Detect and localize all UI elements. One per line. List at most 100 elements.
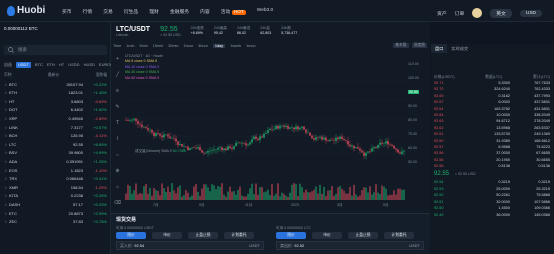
- crosshair-icon[interactable]: +: [116, 56, 119, 62]
- timeframe-time[interactable]: Time: [113, 44, 121, 48]
- sell-limit-tab[interactable]: 限价: [276, 232, 306, 239]
- search-input[interactable]: 搜索: [4, 45, 107, 55]
- market-row[interactable]: ☆ LTC 92.55 +6.69%: [4, 140, 107, 148]
- buy-price-input[interactable]: 买入价 92.54 USDT: [116, 241, 264, 250]
- buy-stop-tab[interactable]: 止盈止损: [188, 232, 218, 239]
- volume-bar: [335, 193, 337, 200]
- zoom-icon[interactable]: ⊕: [115, 168, 119, 174]
- market-row[interactable]: ☆ ETH 1823.01 +1.45%: [4, 89, 107, 97]
- tab-usdt[interactable]: USDT: [16, 62, 31, 68]
- row-price: 0.391991: [66, 158, 83, 164]
- trash-icon[interactable]: ⌫: [114, 200, 121, 206]
- candle-body: [203, 152, 205, 154]
- market-row[interactable]: ☆ EOS 1.1823 -1.10%: [4, 166, 107, 174]
- bid-row[interactable]: 92.50 1.4500 109.0366: [434, 206, 550, 212]
- volume-bar: [199, 196, 201, 200]
- buy-market-tab[interactable]: 市价: [152, 232, 182, 239]
- market-row[interactable]: ☆ IOTA 0.2238 +0.26%: [4, 192, 107, 200]
- market-row[interactable]: ☆ ADA 0.391991 +1.25%: [4, 157, 107, 165]
- market-row[interactable]: ☆ BCH 126.95 -0.11%: [4, 132, 107, 140]
- buy-order-types: 限价 市价 止盈止损 计划委托: [116, 232, 254, 239]
- bid-row[interactable]: 92.53 25.0000 25.3215: [434, 187, 550, 193]
- timeframe-5min[interactable]: 5min: [140, 44, 148, 48]
- volume-bar: [271, 184, 273, 200]
- tab-eth[interactable]: ETH: [47, 62, 55, 68]
- nav-earn[interactable]: 理财: [149, 8, 159, 15]
- tab-trades[interactable]: 实时成交: [447, 44, 472, 53]
- sell-market-tab[interactable]: 市价: [312, 232, 342, 239]
- nav-finance[interactable]: 金融服务: [170, 8, 189, 15]
- market-row[interactable]: ☆ DASH 57.17 +0.29%: [4, 200, 107, 208]
- nav-web3[interactable]: Web3.0: [257, 8, 273, 15]
- market-row[interactable]: ☆ LINK 7.3177 +0.57%: [4, 123, 107, 131]
- currency-button[interactable]: USD: [519, 9, 542, 17]
- candlestick-chart[interactable]: [123, 52, 406, 202]
- market-row[interactable]: ☆ BTC 28107.94 +0.22%: [4, 80, 107, 88]
- bid-row[interactable]: 92.54 0.3215 0.3215: [434, 180, 550, 186]
- market-row[interactable]: ☆ BSV 39.9800 +4.99%: [4, 149, 107, 157]
- timeframe-1min[interactable]: 1min: [126, 44, 134, 48]
- row-change: -1.29%: [94, 184, 107, 190]
- text-icon[interactable]: T: [116, 120, 119, 126]
- buy-plan-tab[interactable]: 计划委托: [224, 232, 254, 239]
- tab-basic[interactable]: 基本版: [393, 43, 409, 48]
- timeframe-1hour[interactable]: 1hour: [183, 44, 193, 48]
- assets-link[interactable]: 资产: [437, 10, 447, 17]
- nav-buy[interactable]: 买币: [62, 8, 72, 15]
- pair-name[interactable]: LTC/USDT: [116, 26, 150, 33]
- pattern-icon[interactable]: ⌇: [116, 136, 118, 142]
- tab-favorites[interactable]: 自选: [4, 62, 12, 68]
- timeframe-15min[interactable]: 15min: [153, 44, 163, 48]
- nav-trade[interactable]: 交易: [103, 8, 113, 15]
- huobi-logo[interactable]: Huobi: [7, 5, 45, 16]
- market-row[interactable]: ☆ XMR 158.54 -1.29%: [4, 183, 107, 191]
- nav-markets[interactable]: 行情: [83, 8, 93, 15]
- language-button[interactable]: 英文: [490, 8, 512, 18]
- timeframe-30min[interactable]: 30min: [168, 44, 178, 48]
- nav-derivatives[interactable]: 衍生品: [124, 8, 138, 15]
- buy-limit-tab[interactable]: 限价: [116, 232, 146, 239]
- nav-activity[interactable]: 活动 HOT: [221, 8, 246, 15]
- ask-row[interactable]: 92.55 0.5136 0.5136: [434, 164, 550, 170]
- brush-icon[interactable]: ✎: [115, 104, 119, 110]
- tab-depth[interactable]: 深度图: [411, 43, 427, 48]
- main-nav: 买币 行情 交易 衍生品 理财 金融服务 内容 活动 HOT Web3.0: [62, 8, 273, 15]
- sell-price-input[interactable]: 卖出价 92.52 USDT: [276, 241, 424, 250]
- measure-icon[interactable]: ⇔: [115, 152, 120, 158]
- lock-icon[interactable]: ⌂: [116, 184, 119, 190]
- candle-body: [263, 133, 265, 138]
- nav-content[interactable]: 内容: [200, 8, 210, 15]
- timeframe-1mon[interactable]: 1mon: [246, 44, 256, 48]
- trendline-icon[interactable]: ╱: [116, 72, 119, 78]
- timeframe-1week[interactable]: 1week: [230, 44, 241, 48]
- bid-row[interactable]: 92.51 32.0000 107.5866: [434, 200, 550, 206]
- market-row[interactable]: ☆ HT 3.6803 -0.69%: [4, 97, 107, 105]
- volume-bar: [289, 192, 291, 200]
- timeframe-4hour[interactable]: 4hour: [198, 44, 208, 48]
- sell-stop-tab[interactable]: 止盈止损: [348, 232, 378, 239]
- market-row[interactable]: ☆ TRX 0.066446 +0.41%: [4, 175, 107, 183]
- timeframe-1day[interactable]: 1day: [212, 43, 226, 48]
- market-row[interactable]: ☆ ETC 20.8873 +2.99%: [4, 209, 107, 217]
- candle-body: [329, 139, 331, 142]
- avatar[interactable]: [472, 8, 483, 18]
- sell-plan-tab[interactable]: 计划委托: [384, 232, 414, 239]
- orders-link[interactable]: 订单: [455, 10, 465, 17]
- volume-bar: [279, 196, 281, 200]
- market-row[interactable]: ☆ DOT 6.4402 +1.60%: [4, 106, 107, 114]
- bid-price: 92.51: [434, 199, 444, 204]
- bid-row[interactable]: 92.49 36.0000 145.0366: [434, 213, 550, 219]
- tab-orderbook[interactable]: 盘口: [431, 44, 448, 53]
- volume-bar: [293, 183, 295, 200]
- tab-husd[interactable]: HUSD: [84, 62, 95, 68]
- market-row[interactable]: ☆ ZEC 37.83 +0.78%: [4, 218, 107, 226]
- tab-btc[interactable]: BTC: [35, 62, 43, 68]
- candle-body: [333, 140, 335, 141]
- fib-icon[interactable]: ≡: [116, 88, 119, 94]
- market-row[interactable]: ☆ XRP 0.49545 -2.89%: [4, 114, 107, 122]
- tab-usdd[interactable]: USDD: [68, 62, 79, 68]
- row-price: 1.1823: [70, 167, 83, 173]
- tab-ht[interactable]: HT: [59, 62, 64, 68]
- bid-row[interactable]: 92.52 50.2261 75.5866: [434, 193, 550, 199]
- candle-body: [345, 140, 347, 142]
